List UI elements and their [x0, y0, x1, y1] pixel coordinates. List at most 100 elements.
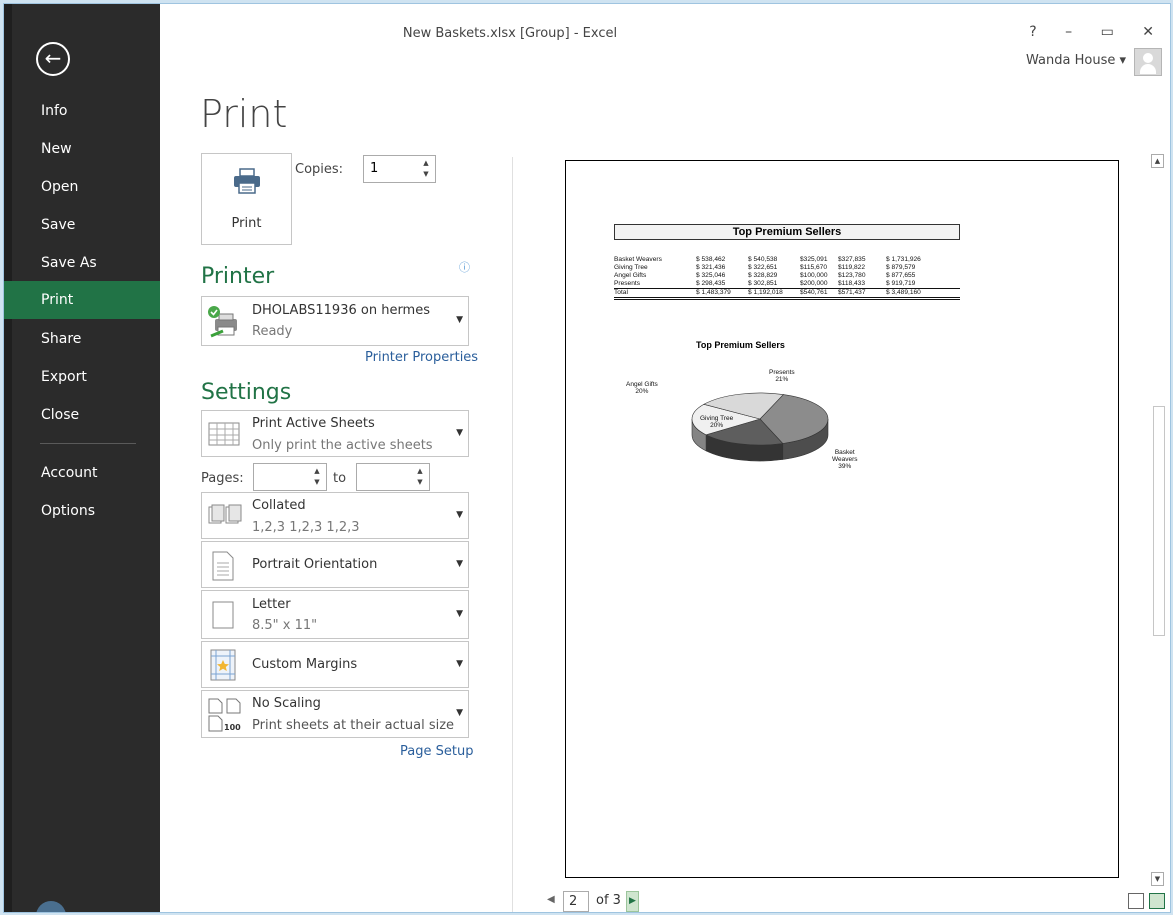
window-title: New Baskets.xlsx [Group] - Excel — [402, 26, 618, 41]
scroll-thumb[interactable] — [1153, 406, 1165, 636]
chart-title: Top Premium Sellers — [696, 340, 785, 350]
table-row: Basket Weavers $ 538,462 $ 540,538 $325,… — [614, 256, 960, 264]
page-setup-link[interactable]: Page Setup — [400, 744, 473, 759]
table-cell: $327,835 — [838, 256, 866, 263]
sheets-icon — [208, 422, 240, 446]
scaling-dropdown[interactable]: 100 No Scaling Print sheets at their act… — [201, 690, 469, 738]
table-cell: $ 298,435 — [696, 280, 726, 287]
printer-status: Ready — [252, 324, 293, 339]
scroll-up-icon[interactable]: ▲ — [1151, 154, 1164, 168]
printer-dropdown[interactable]: DHOLABS11936 on hermes Ready ▼ — [201, 296, 469, 346]
avatar[interactable] — [1134, 48, 1162, 76]
previous-page-icon[interactable]: ◀ — [547, 894, 555, 905]
printer-heading: Printer — [201, 264, 275, 289]
table-cell: $325,091 — [800, 256, 828, 263]
table-cell: Angel Gifts — [614, 272, 647, 279]
chevron-down-icon: ▼ — [456, 315, 463, 325]
preview-page: Top Premium Sellers Basket Weavers $ 538… — [565, 160, 1119, 878]
print-preview: Top Premium Sellers Basket Weavers $ 538… — [513, 150, 1149, 890]
scaling-icon-text: 100 — [224, 723, 241, 732]
table-cell: $ 879,579 — [886, 264, 916, 271]
table-cell: $ 321,436 — [696, 264, 726, 271]
sidebar-item-export[interactable]: Export — [4, 358, 160, 396]
collation-dropdown[interactable]: Collated 1,2,3 1,2,3 1,2,3 ▼ — [201, 492, 469, 539]
table-cell: $119,822 — [838, 264, 866, 271]
spin-arrows-icon[interactable]: ▲ ▼ — [311, 466, 323, 488]
table-cell: $ 1,192,018 — [748, 289, 783, 296]
printer-properties-link[interactable]: Printer Properties — [365, 350, 478, 365]
pages-label: Pages: — [201, 471, 244, 486]
show-margins-icon[interactable] — [1128, 893, 1144, 909]
window-controls[interactable]: ? – ▭ ✕ — [1029, 24, 1166, 40]
orientation-dropdown[interactable]: Portrait Orientation ▼ — [201, 541, 469, 588]
chevron-down-icon: ▼ — [456, 659, 463, 669]
margins-dropdown[interactable]: Custom Margins ▼ — [201, 641, 469, 688]
table-cell: $ 322,651 — [748, 264, 778, 271]
margins-icon — [210, 649, 236, 681]
sidebar-item-info[interactable]: Info — [4, 92, 160, 130]
sidebar-item-new[interactable]: New — [4, 130, 160, 168]
table-cell: Basket Weavers — [614, 256, 662, 263]
data-table: Basket Weavers $ 538,462 $ 540,538 $325,… — [614, 256, 960, 300]
table-cell: $ 3,489,160 — [886, 289, 921, 296]
print-button-label: Print — [231, 216, 262, 231]
chevron-down-icon: ▼ — [456, 609, 463, 619]
chevron-down-icon: ▼ — [456, 510, 463, 520]
sidebar-item-save[interactable]: Save — [4, 206, 160, 244]
sidebar-item-open[interactable]: Open — [4, 168, 160, 206]
printer-icon — [234, 168, 260, 194]
pie-label-name: Giving Tree — [700, 415, 734, 422]
sidebar-item-share[interactable]: Share — [4, 320, 160, 358]
user-name[interactable]: Wanda House ▾ — [1026, 53, 1126, 68]
print-button[interactable]: Print — [201, 153, 292, 245]
page-count: of 3 — [596, 893, 621, 908]
pie-label-giving-tree: Giving Tree 20% — [700, 415, 733, 429]
sidebar-item-options[interactable]: Options — [4, 492, 160, 530]
paper-size-dropdown[interactable]: Letter 8.5" x 11" ▼ — [201, 590, 469, 639]
pie-label-name: Presents — [769, 369, 795, 376]
pie-label-value: 39% — [838, 463, 852, 470]
table-cell: $200,000 — [800, 280, 828, 287]
pie-label-value: 20% — [635, 388, 649, 395]
excel-window: ← Info New Open Save Save As Print Share… — [3, 3, 1171, 913]
zoom-to-page-icon[interactable] — [1149, 893, 1165, 909]
paper-title: Letter — [252, 597, 291, 612]
spin-arrows-icon[interactable]: ▲ ▼ — [414, 466, 426, 488]
table-row: Giving Tree $ 321,436 $ 322,651 $115,670… — [614, 264, 960, 272]
back-arrow-icon[interactable]: ← — [36, 42, 70, 76]
sidebar-item-print[interactable]: Print — [4, 281, 160, 319]
sidebar-item-save-as[interactable]: Save As — [4, 244, 160, 282]
paper-sub: 8.5" x 11" — [252, 618, 318, 633]
scaling-title: No Scaling — [252, 696, 321, 711]
pie-label-presents: Presents 21% — [769, 369, 795, 383]
next-page-icon[interactable]: ▶ — [626, 891, 639, 912]
pages-from-input[interactable]: ▲ ▼ — [253, 463, 327, 491]
current-page-input[interactable]: 2 — [563, 891, 589, 912]
scroll-down-icon[interactable]: ▼ — [1151, 872, 1164, 886]
table-cell: Total — [614, 289, 628, 296]
table-cell: $540,761 — [800, 289, 828, 296]
pie-chart — [691, 392, 829, 462]
collation-sub: 1,2,3 1,2,3 1,2,3 — [252, 520, 360, 535]
table-cell: $ 1,483,379 — [696, 289, 731, 296]
sidebar-item-close[interactable]: Close — [4, 396, 160, 434]
sidebar-item-account[interactable]: Account — [4, 454, 160, 492]
portrait-page-icon — [212, 551, 234, 581]
table-cell: $ 538,462 — [696, 256, 726, 263]
spin-arrows-icon[interactable]: ▲ ▼ — [420, 158, 432, 180]
sidebar-divider — [40, 443, 136, 444]
page-title: Print — [200, 92, 288, 136]
print-what-title: Print Active Sheets — [252, 416, 375, 431]
info-icon[interactable]: ⓘ — [459, 259, 470, 275]
copies-label: Copies: — [295, 162, 344, 177]
margins-title: Custom Margins — [252, 657, 358, 672]
table-cell: $100,000 — [800, 272, 828, 279]
table-cell: $ 919,719 — [886, 280, 916, 287]
print-what-dropdown[interactable]: Print Active Sheets Only print the activ… — [201, 410, 469, 457]
table-cell: $118,433 — [838, 280, 866, 287]
orientation-title: Portrait Orientation — [252, 557, 378, 572]
scaling-icon: 100 — [208, 698, 241, 732]
preview-scrollbar[interactable]: ▲ ▼ — [1149, 150, 1167, 890]
copies-stepper[interactable]: 1 ▲ ▼ — [363, 155, 436, 183]
pages-to-input[interactable]: ▲ ▼ — [356, 463, 430, 491]
